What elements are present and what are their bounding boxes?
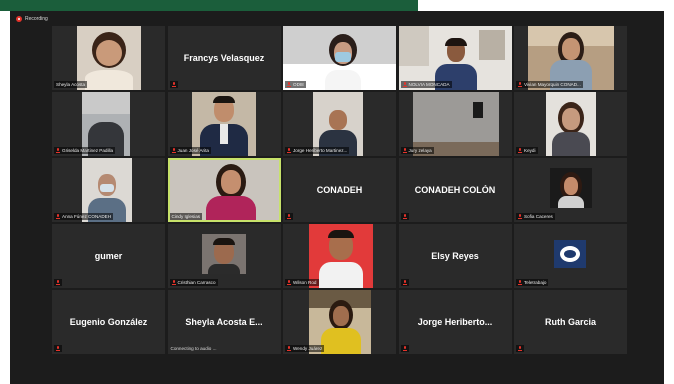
participant-tile-jury-zelaya[interactable]: Jury zelaya <box>398 92 512 156</box>
participant-name-large: Ruth Garcia <box>544 317 596 327</box>
participant-tile-gumer[interactable]: gumer <box>52 224 165 288</box>
mic-muted-icon <box>287 148 291 153</box>
mic-muted-icon <box>287 82 291 87</box>
participant-tile-teletrabajo[interactable]: Teletrabajo <box>514 224 627 288</box>
participant-name-large: Sheyla Acosta E... <box>185 317 263 327</box>
mic-muted-icon <box>518 82 522 87</box>
mic-muted-icon <box>402 280 407 285</box>
mic-muted-icon <box>287 280 291 285</box>
recording-icon <box>16 16 22 22</box>
muted-indicator <box>54 345 62 352</box>
participant-name: Anna Fúnez CONADEH <box>54 213 114 220</box>
mic-muted-icon <box>287 214 291 219</box>
participant-tile-anna-funez[interactable]: Anna Fúnez CONADEH <box>52 158 165 222</box>
mic-muted-icon <box>171 280 176 285</box>
participant-name-large: Eugenio González <box>69 317 148 327</box>
participant-video <box>554 240 586 268</box>
participant-video <box>201 234 246 274</box>
mic-muted-icon <box>402 346 407 351</box>
participant-tile-odi8[interactable]: ODI8 <box>283 26 396 90</box>
participant-name-large: Elsy Reyes <box>431 251 479 261</box>
participant-tile-elsy-reyes[interactable]: Elsy Reyes <box>398 224 512 288</box>
top-banner <box>0 0 418 11</box>
participant-tile-sheyla-acosta[interactable]: Sheyla Acosta <box>52 26 165 90</box>
participant-name: Sofia Caceres <box>516 213 555 220</box>
participant-name-large: Francys Velasquez <box>183 53 265 63</box>
participant-video <box>309 224 373 288</box>
participant-name: Cindy Iglesias <box>169 213 203 220</box>
participant-video <box>550 168 592 208</box>
recording-label: Recording <box>25 16 48 22</box>
participant-name-large: Jorge Heriberto... <box>417 317 493 327</box>
participant-tile-conadeh-colon[interactable]: CONADEH COLÓN <box>398 158 512 222</box>
participant-name-large: gumer <box>94 251 123 261</box>
muted-indicator <box>169 81 178 88</box>
audio-status: Connecting to audio ... <box>170 346 217 351</box>
participant-name: Teletrabajo <box>516 279 549 286</box>
participant-tile-vivian-mayorquin[interactable]: Vivian Mayorquin CONAD... <box>514 26 627 90</box>
muted-indicator <box>400 279 409 286</box>
muted-indicator <box>285 213 293 220</box>
mic-muted-icon <box>518 280 522 285</box>
participant-tile-cristhian-carrasco[interactable]: Cristhian Carrasco <box>167 224 281 288</box>
participant-tile-francys-velasquez[interactable]: Francys Velasquez <box>167 26 281 90</box>
mic-muted-icon <box>518 148 522 153</box>
participant-video <box>169 160 279 220</box>
participant-tile-cindy-iglesias[interactable]: Cindy Iglesias <box>167 158 281 222</box>
participant-name-large: CONADEH <box>316 185 363 195</box>
mic-muted-icon <box>56 214 60 219</box>
participant-tile-ruth-garcia[interactable]: Ruth Garcia <box>514 290 627 354</box>
mic-muted-icon <box>171 148 176 153</box>
participant-tile-juan-jose-arita[interactable]: Juan José Arita <box>167 92 281 156</box>
mic-muted-icon <box>287 346 291 351</box>
mic-muted-icon <box>56 280 60 285</box>
mic-muted-icon <box>56 148 60 153</box>
participant-name: Jury zelaya <box>400 147 434 154</box>
participant-tile-wendy-juarez[interactable]: Wendy Juárez <box>283 290 396 354</box>
muted-indicator <box>54 279 62 286</box>
mic-muted-icon <box>56 346 60 351</box>
mic-muted-icon <box>171 82 176 87</box>
mic-muted-icon <box>518 346 522 351</box>
participant-name: Keydi <box>516 147 538 154</box>
muted-indicator <box>400 345 409 352</box>
participant-name: Griselda Martinez Padilla <box>54 147 116 154</box>
participant-name: ODI8 <box>285 81 306 88</box>
mic-muted-icon <box>402 82 407 87</box>
participant-tile-wilson-rod[interactable]: Wilson Rod <box>283 224 396 288</box>
recording-indicator[interactable]: Recording <box>16 16 48 22</box>
participant-tile-eugenio-gonzalez[interactable]: Eugenio González <box>52 290 165 354</box>
participant-tile-griselda-martinez[interactable]: Griselda Martinez Padilla <box>52 92 165 156</box>
participant-name: Sheyla Acosta <box>54 81 88 88</box>
participant-tile-sheyla-acosta-e[interactable]: Sheyla Acosta E... Connecting to audio .… <box>167 290 281 354</box>
mic-muted-icon <box>518 214 522 219</box>
muted-indicator <box>516 345 524 352</box>
participant-name: Jorge Heriberto Martinez... <box>285 147 350 154</box>
participant-tile-nolvia-moncada[interactable]: NOLVIA MONCADA <box>398 26 512 90</box>
muted-indicator <box>400 213 409 220</box>
participant-tile-sofia-caceres[interactable]: Sofia Caceres <box>514 158 627 222</box>
participant-name: Cristhian Carrasco <box>169 279 218 286</box>
participant-name: NOLVIA MONCADA <box>400 81 452 88</box>
participant-video <box>546 92 596 156</box>
participant-name: Wilson Rod <box>285 279 319 286</box>
mic-muted-icon <box>402 148 407 153</box>
participant-name: Vivian Mayorquin CONAD... <box>516 81 583 88</box>
participant-tile-jorge-heriberto[interactable]: Jorge Heriberto... <box>398 290 512 354</box>
participant-tile-keydi[interactable]: Keydi <box>514 92 627 156</box>
mic-muted-icon <box>402 214 407 219</box>
participant-tile-conadeh[interactable]: CONADEH <box>283 158 396 222</box>
participant-name-large: CONADEH COLÓN <box>414 185 496 195</box>
participant-name: Wendy Juárez <box>285 345 325 352</box>
participant-name: Juan José Arita <box>169 147 211 154</box>
participant-grid: Sheyla Acosta Francys Velasquez ODI8 NOL… <box>52 26 627 354</box>
participant-tile-jorge-heriberto-martinez[interactable]: Jorge Heriberto Martinez... <box>283 92 396 156</box>
